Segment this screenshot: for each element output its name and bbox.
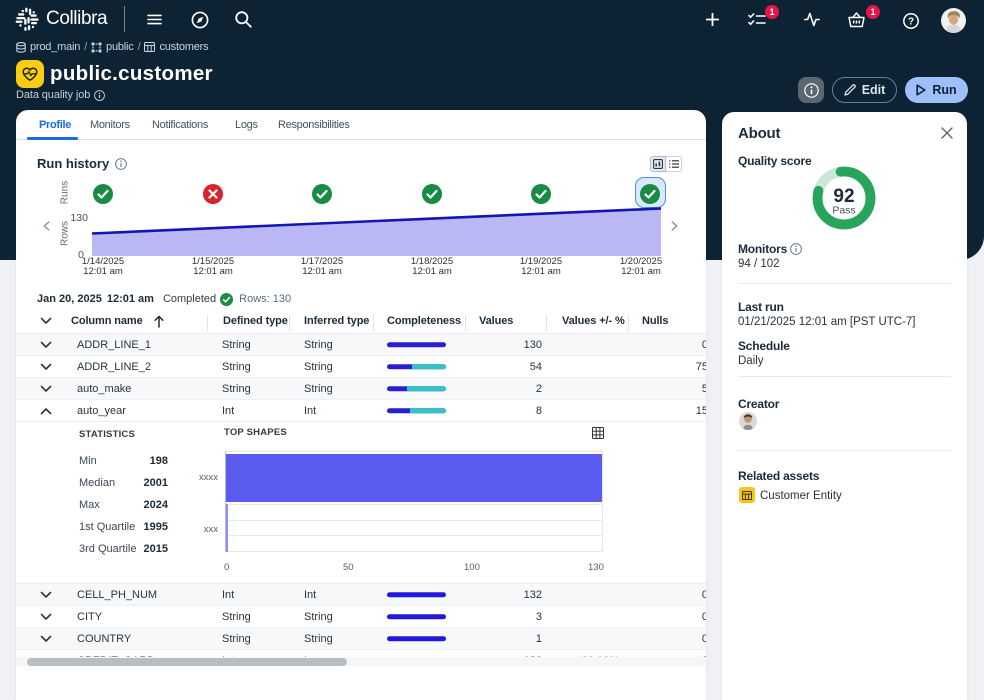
- svg-text:?: ?: [908, 16, 914, 27]
- svg-text:Pass: Pass: [832, 205, 855, 217]
